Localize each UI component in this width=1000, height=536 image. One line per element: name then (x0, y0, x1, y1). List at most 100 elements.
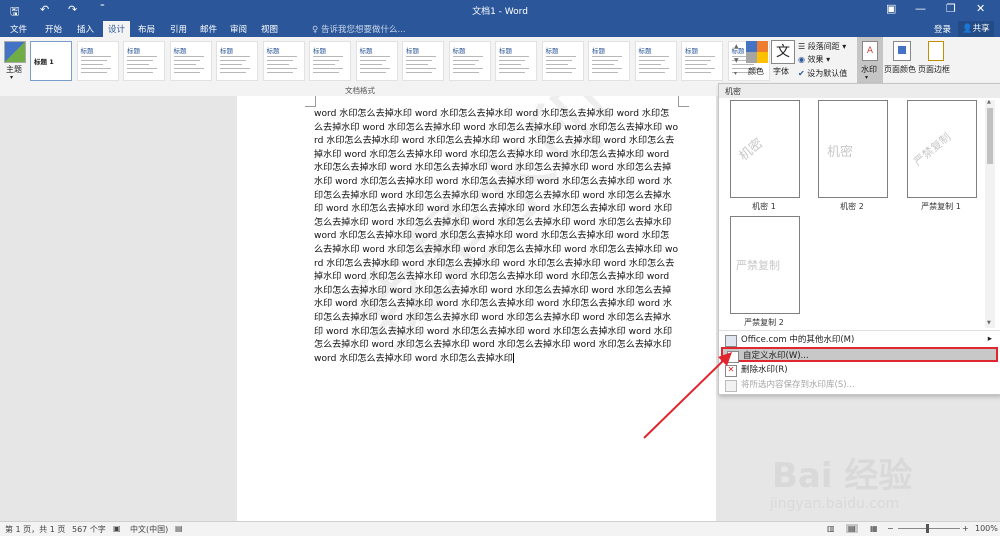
sign-in-link[interactable]: 登录 (934, 23, 951, 35)
remove-watermark-item[interactable]: ✕ 删除水印(R) (721, 363, 998, 377)
style-preview-line (359, 72, 386, 73)
tab-home[interactable]: 开始 (45, 23, 62, 35)
style-set-title: 标题 (127, 47, 140, 55)
style-preview-line (499, 72, 525, 73)
style-set-item[interactable]: 标题 (588, 41, 630, 81)
tell-me-box[interactable]: ♀ 告诉我您想要做什么... (312, 23, 406, 35)
paragraph-spacing-button[interactable]: ☰ 段落间距 ▾ (798, 41, 846, 52)
style-set-item[interactable]: 标题 (123, 41, 165, 81)
effects-icon: ◉ (798, 55, 808, 64)
style-set-item[interactable]: 标题 (76, 41, 119, 81)
zoom-slider-thumb[interactable] (926, 524, 929, 533)
restore-icon[interactable]: ❐ (946, 2, 956, 15)
document-page[interactable]: 我是水印 word 水印怎么去掉水印 word 水印怎么去掉水印 word 水印… (237, 96, 716, 521)
style-set-item[interactable]: 标题 (402, 41, 444, 81)
scrollbar-thumb[interactable] (987, 108, 993, 164)
close-icon[interactable]: ✕ (976, 2, 985, 15)
scroll-up-icon[interactable]: ▲ (987, 99, 991, 105)
tab-view[interactable]: 视图 (261, 23, 278, 35)
page-count[interactable]: 第 1 页，共 1 页 (5, 524, 65, 535)
style-preview-line (359, 60, 386, 61)
style-preview-line (173, 56, 204, 57)
minimize-icon[interactable]: — (915, 2, 926, 15)
ribbon-display-options-icon[interactable]: ▣ (886, 2, 896, 15)
read-mode-icon[interactable]: ▥ (827, 524, 835, 533)
scroll-down-icon[interactable]: ▼ (987, 320, 991, 326)
style-set-title: 标题 (173, 47, 187, 55)
more-watermarks-office-item[interactable]: Office.com 中的其他水印(M) ▸ (721, 333, 998, 347)
gallery-down-icon[interactable]: ▼ (734, 57, 739, 64)
watermark-thumb-do-not-copy-1[interactable]: 严禁复制 (907, 100, 977, 198)
watermark-thumb-confidential-1[interactable]: 机密 (730, 100, 800, 198)
thumb-caption: 机密 2 (840, 202, 864, 211)
themes-label[interactable]: 主题 (6, 64, 22, 75)
style-set-item[interactable]: 标题 (355, 41, 398, 81)
set-default-button[interactable]: ✔ 设为默认值 (798, 68, 847, 79)
style-preview-line (499, 60, 525, 61)
zoom-slider[interactable] (898, 528, 960, 529)
style-set-item[interactable]: 标题 (681, 41, 723, 81)
style-set-item[interactable]: 标题 (448, 41, 491, 81)
zoom-level[interactable]: 100% (975, 524, 998, 533)
colors-icon[interactable] (746, 41, 768, 63)
themes-icon[interactable] (4, 41, 26, 63)
style-preview-line (592, 56, 622, 57)
colors-label[interactable]: 颜色 (748, 66, 764, 77)
tab-design[interactable]: 设计 (103, 21, 131, 37)
style-set-item[interactable]: 标题 (541, 41, 584, 81)
document-icon (727, 351, 739, 363)
watermark-label[interactable]: 水印 (861, 64, 877, 75)
tab-layout[interactable]: 布局 (138, 23, 155, 35)
document-body[interactable]: word 水印怎么去掉水印 word 水印怎么去掉水印 word 水印怎么去掉水… (314, 108, 678, 366)
page-border-icon[interactable] (928, 41, 944, 61)
style-set-item[interactable]: 标题 1 (30, 41, 72, 81)
tab-mailings[interactable]: 邮件 (200, 23, 217, 35)
gallery-scrollbar[interactable]: ▲ ▼ (985, 99, 995, 328)
tab-references[interactable]: 引用 (170, 23, 187, 35)
style-set-item[interactable]: 标题 (634, 41, 677, 81)
baidu-url-watermark: jingyan.baidu.com (770, 496, 900, 512)
fonts-icon[interactable]: 文 (771, 40, 795, 64)
effects-button[interactable]: ◉ 效果 ▾ (798, 54, 830, 65)
style-set-item[interactable]: 标题 (216, 41, 258, 81)
page-color-icon[interactable] (893, 41, 911, 61)
zoom-in-icon[interactable]: + (962, 524, 969, 533)
share-button[interactable]: 👤共享 (958, 21, 994, 38)
style-preview-line (406, 56, 436, 57)
macro-icon[interactable]: ▤ (175, 524, 183, 533)
chevron-down-icon: ▾ (10, 74, 14, 81)
save-to-gallery-icon (725, 380, 737, 392)
proofing-icon[interactable]: ▣ (113, 524, 121, 533)
watermark-thumb-confidential-2[interactable]: 机密 (818, 100, 888, 198)
watermark-thumb-do-not-copy-2[interactable]: 严禁复制 (730, 216, 800, 314)
fonts-label[interactable]: 字体 (773, 66, 789, 77)
tab-insert[interactable]: 插入 (77, 23, 94, 35)
style-set-item[interactable]: 标题 (169, 41, 212, 81)
style-preview-line (313, 68, 343, 69)
language-indicator[interactable]: 中文(中国) (130, 524, 168, 535)
tell-me-placeholder: 告诉我您想要做什么... (320, 25, 406, 35)
style-preview-line (685, 56, 715, 57)
page-color-label[interactable]: 页面颜色 (884, 64, 916, 75)
page-border-label[interactable]: 页面边框 (918, 64, 950, 75)
tab-review[interactable]: 审阅 (230, 23, 247, 35)
thumb-preview-text: 严禁复制 (736, 259, 780, 272)
zoom-out-icon[interactable]: − (887, 524, 894, 533)
style-preview-line (452, 60, 479, 61)
custom-watermark-item[interactable]: 自定义水印(W)... (721, 347, 998, 363)
style-preview-line (545, 68, 576, 69)
gallery-up-icon[interactable]: ▲ (734, 43, 739, 50)
style-set-item[interactable]: 标题 (495, 41, 537, 81)
style-preview-line (266, 60, 293, 61)
print-layout-icon[interactable]: ▤ (846, 524, 858, 533)
save-to-gallery-item[interactable]: 将所选内容保存到水印库(S)... (721, 378, 998, 392)
style-preview-line (452, 68, 483, 69)
gallery-more-icon[interactable]: ▾ (734, 70, 737, 77)
style-set-item[interactable]: 标题 (309, 41, 351, 81)
web-layout-icon[interactable]: ▦ (870, 524, 878, 533)
style-set-item[interactable]: 标题 (262, 41, 305, 81)
word-count[interactable]: 567 个字 (72, 524, 106, 535)
watermark-icon[interactable]: A (862, 41, 878, 61)
tab-file[interactable]: 文件 (10, 23, 27, 35)
thumb-caption: 机密 1 (752, 202, 776, 211)
